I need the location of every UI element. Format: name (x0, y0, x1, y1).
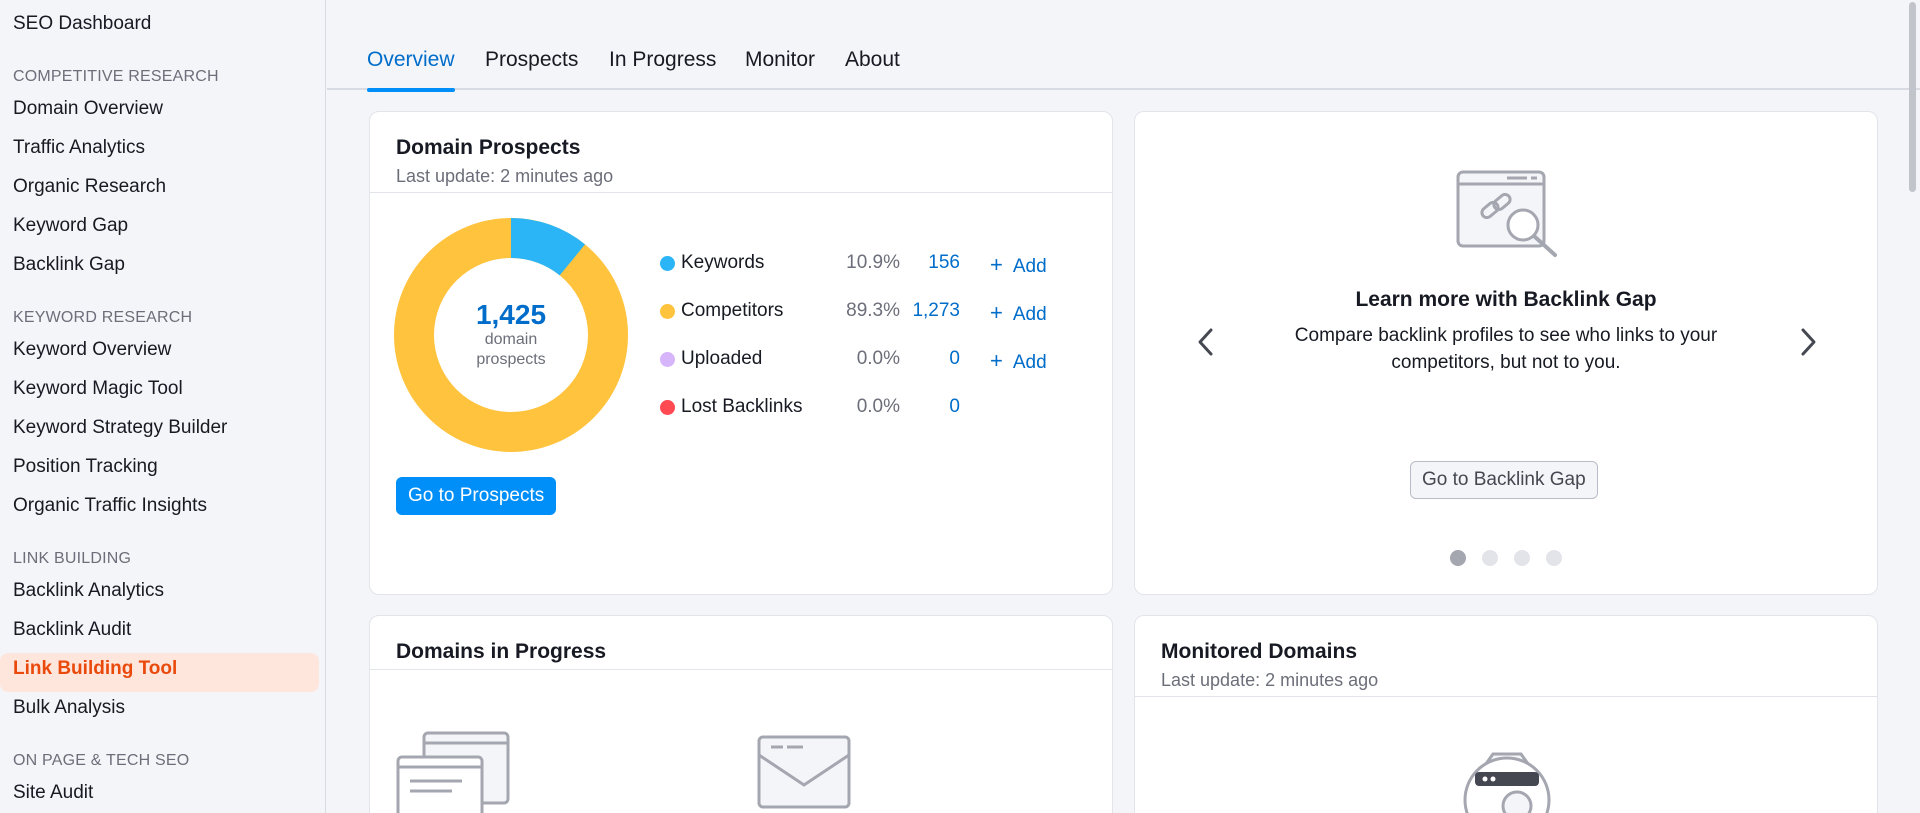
legend-count-link[interactable]: 1,273 (900, 300, 960, 322)
monitored-domains-card: Monitored Domains Last update: 2 minutes… (1134, 615, 1878, 813)
sidebar-item-site-audit[interactable]: Site Audit (0, 777, 319, 813)
legend-percent: 0.0% (856, 348, 900, 369)
legend-dot (660, 352, 675, 367)
tab-about[interactable]: About (845, 48, 900, 90)
donut-chart: 1,425 domain prospects (394, 218, 628, 452)
plus-icon: + (990, 348, 1003, 373)
plus-icon: + (990, 252, 1003, 277)
chevron-left-icon[interactable] (1191, 322, 1221, 362)
add-keywords-button[interactable]: + Add (990, 252, 1047, 278)
carousel-dot[interactable] (1546, 550, 1562, 566)
sidebar-item-domain-overview[interactable]: Domain Overview (0, 93, 319, 132)
sidebar-item-organic-traffic-insights[interactable]: Organic Traffic Insights (0, 490, 319, 529)
backlink-gap-illustration-icon (1456, 170, 1557, 257)
legend-percent: 10.9% (846, 252, 900, 273)
total-prospects-count: 1,425 (475, 299, 547, 330)
monitoring-illustration-icon (1463, 752, 1551, 813)
chevron-right-icon[interactable] (1793, 322, 1823, 362)
legend-count-link[interactable]: 0 (900, 396, 960, 418)
sidebar-item-keyword-gap[interactable]: Keyword Gap (0, 210, 319, 249)
sidebar-item-link-building-tool[interactable]: Link Building Tool (0, 653, 319, 692)
last-update-text: Last update: 2 minutes ago (1161, 670, 1379, 690)
sidebar-item-keyword-overview[interactable]: Keyword Overview (0, 334, 319, 373)
total-prospects-label: domain (484, 331, 538, 348)
scrollbar[interactable] (1908, 0, 1918, 813)
card-title: Domains in Progress (396, 640, 607, 663)
sidebar-section-title: LINK BUILDING (13, 550, 132, 567)
tab-prospects[interactable]: Prospects (485, 48, 578, 90)
sidebar-item-position-tracking[interactable]: Position Tracking (0, 451, 319, 490)
legend-name: Lost Backlinks (681, 396, 803, 417)
promo-description: Compare backlink profiles to see who lin… (1294, 325, 1718, 373)
tab-bar: Overview Prospects In Progress Monitor A… (327, 0, 1920, 92)
divider (370, 192, 1112, 193)
legend-percent: 0.0% (856, 396, 900, 417)
sidebar-section-title: KEYWORD RESEARCH (13, 309, 193, 326)
sidebar-item-seo-dashboard[interactable]: SEO Dashboard (0, 8, 319, 47)
total-prospects-label: prospects (476, 351, 546, 368)
tab-in-progress[interactable]: In Progress (609, 48, 716, 90)
legend-name: Uploaded (681, 348, 763, 369)
carousel-dot[interactable] (1450, 550, 1466, 566)
sidebar-item-keyword-strategy-builder[interactable]: Keyword Strategy Builder (0, 412, 319, 451)
sidebar-section-title: ON PAGE & TECH SEO (13, 752, 190, 769)
main-content: Overview Prospects In Progress Monitor A… (327, 0, 1920, 813)
envelope-icon (757, 735, 851, 809)
sidebar-item-bulk-analysis[interactable]: Bulk Analysis (0, 692, 319, 731)
add-competitors-button[interactable]: + Add (990, 300, 1047, 326)
divider (1135, 696, 1877, 697)
divider (370, 669, 1112, 670)
tab-overview[interactable]: Overview (367, 48, 455, 92)
last-update-text: Last update: 2 minutes ago (396, 166, 614, 186)
scrollbar-thumb[interactable] (1909, 2, 1916, 192)
sidebar: SEO Dashboard COMPETITIVE RESEARCH Domai… (0, 0, 326, 813)
go-to-prospects-button[interactable]: Go to Prospects (396, 477, 557, 515)
carousel-dot[interactable] (1514, 550, 1530, 566)
plus-icon: + (990, 300, 1003, 325)
card-title: Monitored Domains (1161, 640, 1358, 663)
carousel-pagination (1135, 550, 1877, 566)
promo-title: Learn more with Backlink Gap (1355, 288, 1657, 311)
domain-prospects-card: Domain Prospects Last update: 2 minutes … (369, 111, 1113, 595)
legend-name: Keywords (681, 252, 765, 273)
tab-monitor[interactable]: Monitor (745, 48, 815, 90)
legend-percent: 89.3% (846, 300, 900, 321)
legend-dot (660, 400, 675, 415)
add-uploaded-button[interactable]: + Add (990, 348, 1047, 374)
domains-in-progress-card: Domains in Progress (369, 615, 1113, 813)
sidebar-item-backlink-gap[interactable]: Backlink Gap (0, 249, 319, 288)
legend-dot (660, 256, 675, 271)
sidebar-item-backlink-analytics[interactable]: Backlink Analytics (0, 575, 319, 614)
sidebar-item-traffic-analytics[interactable]: Traffic Analytics (0, 132, 319, 171)
card-title: Domain Prospects (396, 136, 581, 159)
legend-count-link[interactable]: 0 (900, 348, 960, 370)
sidebar-item-organic-research[interactable]: Organic Research (0, 171, 319, 210)
carousel-dot[interactable] (1482, 550, 1498, 566)
documents-illustration-icon (396, 731, 510, 813)
legend-count-link[interactable]: 156 (900, 252, 960, 274)
sidebar-item-backlink-audit[interactable]: Backlink Audit (0, 614, 319, 653)
go-to-backlink-gap-button[interactable]: Go to Backlink Gap (1410, 461, 1598, 499)
sidebar-item-keyword-magic-tool[interactable]: Keyword Magic Tool (0, 373, 319, 412)
legend-name: Competitors (681, 300, 784, 321)
sidebar-section-title: COMPETITIVE RESEARCH (13, 68, 219, 85)
promo-carousel-card: Learn more with Backlink Gap Compare bac… (1134, 111, 1878, 595)
legend-dot (660, 304, 675, 319)
